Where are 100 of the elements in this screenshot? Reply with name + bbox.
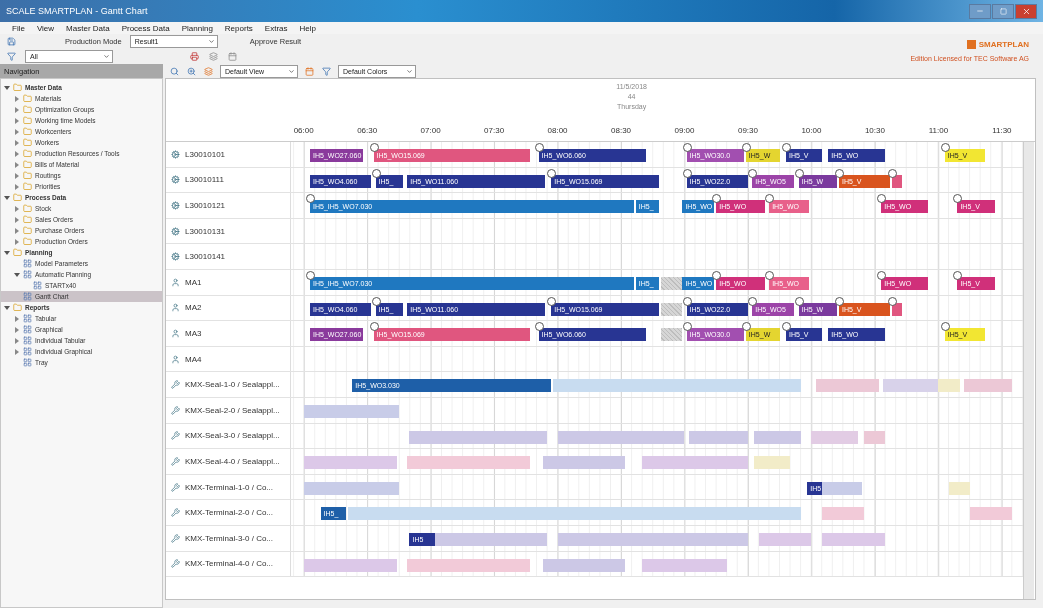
folder-icon [22, 236, 33, 247]
grid-icon [22, 357, 33, 368]
collapsed-arrow-icon[interactable] [14, 95, 20, 102]
folder-icon [22, 126, 33, 137]
menu-item[interactable]: Process Data [121, 23, 170, 33]
save-icon[interactable] [6, 36, 17, 47]
folder-icon [22, 181, 33, 192]
print-icon[interactable] [189, 51, 200, 62]
time-tick: 11:30 [992, 126, 1012, 135]
time-tick: 08:00 [547, 126, 568, 135]
scrollbar[interactable] [1023, 142, 1034, 599]
row-label: L30010131 [185, 226, 226, 236]
menu-item[interactable]: File [12, 23, 25, 33]
menu-item[interactable]: Help [299, 23, 316, 33]
row-label: L30010141 [185, 252, 226, 262]
close-button[interactable] [1015, 3, 1037, 19]
row-label: KMX-Seal-3-0 / Sealappl... [185, 431, 280, 441]
person-icon [170, 276, 181, 288]
chevron-down-icon [207, 38, 215, 45]
wrench-icon [170, 558, 181, 570]
folder-icon [22, 170, 33, 181]
grid-icon [22, 335, 33, 346]
grid-icon [22, 291, 33, 302]
row-label: L30010111 [185, 175, 224, 185]
folder-icon [12, 192, 23, 203]
menu-item[interactable]: Planning [181, 23, 213, 33]
collapsed-arrow-icon[interactable] [14, 106, 20, 113]
collapsed-arrow-icon[interactable] [14, 227, 20, 234]
layers-icon[interactable] [208, 51, 219, 62]
wrench-icon [170, 430, 181, 442]
chevron-down-icon [406, 67, 413, 75]
wrench-icon [170, 404, 181, 416]
zoom-icon[interactable] [186, 65, 197, 77]
row-label: MA3 [185, 328, 202, 338]
collapsed-arrow-icon[interactable] [14, 172, 20, 179]
folder-icon [12, 247, 23, 258]
time-tick: 06:00 [293, 126, 314, 135]
collapsed-arrow-icon[interactable] [14, 315, 20, 322]
menu-item[interactable]: View [36, 23, 55, 33]
filter-icon[interactable] [6, 51, 17, 62]
grid-icon [22, 258, 33, 269]
folder-icon [22, 225, 33, 236]
calendar-icon[interactable] [227, 51, 238, 62]
expanded-arrow-icon[interactable] [4, 194, 10, 201]
layers-icon[interactable] [203, 65, 214, 77]
collapsed-arrow-icon[interactable] [14, 139, 20, 146]
menu-item[interactable]: Extras [264, 23, 288, 33]
chevron-down-icon [288, 67, 295, 75]
person-icon [170, 327, 181, 339]
folder-icon [22, 104, 33, 115]
filter-icon[interactable] [321, 65, 332, 77]
task-bar[interactable] [891, 174, 903, 188]
maximize-button[interactable] [992, 3, 1014, 19]
grid-icon [22, 324, 33, 335]
grid-icon [32, 280, 43, 291]
close-icon [1021, 6, 1031, 16]
time-tick: 06:30 [357, 126, 378, 135]
collapsed-arrow-icon[interactable] [14, 161, 20, 168]
menu-item[interactable]: Master Data [66, 23, 110, 33]
folder-icon [22, 214, 33, 225]
collapsed-arrow-icon[interactable] [14, 128, 20, 135]
calendar-icon[interactable] [304, 65, 315, 77]
folder-icon [22, 93, 33, 104]
row-label: KMX-Terminal-1-0 / Co... [185, 482, 274, 492]
maximize-icon [999, 7, 1007, 15]
collapsed-arrow-icon[interactable] [14, 337, 20, 344]
time-tick: 09:00 [674, 126, 695, 135]
collapsed-arrow-icon[interactable] [14, 326, 20, 333]
time-tick: 09:30 [737, 126, 758, 135]
grid-icon [22, 313, 33, 324]
expanded-arrow-icon[interactable] [4, 304, 10, 311]
collapsed-arrow-icon[interactable] [14, 183, 20, 190]
menu-item[interactable]: Reports [224, 23, 253, 33]
time-tick: 07:00 [420, 126, 441, 135]
task-bar[interactable] [891, 302, 903, 316]
wrench-icon [170, 455, 181, 467]
collapsed-arrow-icon[interactable] [14, 238, 20, 245]
collapsed-arrow-icon[interactable] [14, 117, 20, 124]
collapsed-arrow-icon[interactable] [14, 216, 20, 223]
break-block[interactable] [661, 276, 683, 290]
gear-icon [170, 174, 181, 186]
minimize-icon [976, 7, 984, 15]
wrench-icon [170, 507, 181, 519]
time-tick: 11:00 [928, 126, 949, 135]
expanded-arrow-icon[interactable] [4, 84, 10, 91]
grid-icon [22, 269, 33, 280]
gear-icon [170, 200, 181, 211]
wrench-icon [170, 379, 181, 391]
search-icon[interactable] [169, 65, 180, 77]
expanded-arrow-icon[interactable] [4, 249, 10, 256]
wrench-icon [170, 481, 181, 493]
row-label: KMX-Terminal-4-0 / Co... [185, 559, 274, 569]
collapsed-arrow-icon[interactable] [14, 205, 20, 212]
minimize-button[interactable] [969, 3, 991, 19]
chevron-down-icon [103, 53, 110, 60]
grid-icon [22, 346, 33, 357]
expanded-arrow-icon[interactable] [14, 271, 20, 278]
collapsed-arrow-icon[interactable] [14, 150, 20, 157]
row-label: KMX-Terminal-3-0 / Co... [185, 533, 274, 543]
collapsed-arrow-icon[interactable] [14, 348, 20, 355]
